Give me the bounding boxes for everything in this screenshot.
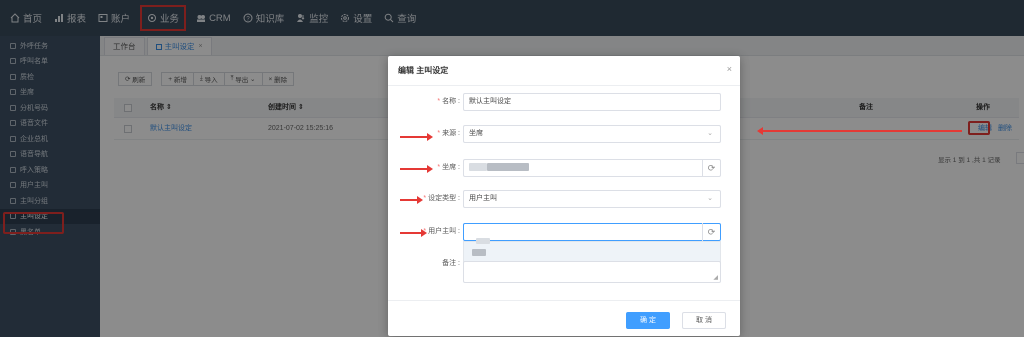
form-row-name: * 名称 : 默认主叫设定 bbox=[388, 93, 740, 111]
caller-label-text: 用户主叫 : bbox=[428, 228, 460, 235]
agent-label-text: 坐席 : bbox=[442, 164, 460, 171]
source-label: * 来源 : bbox=[437, 130, 460, 137]
confirm-button[interactable]: 确 定 bbox=[626, 312, 670, 329]
caller-input[interactable]: ⟳ bbox=[463, 223, 721, 241]
type-label: * 设定类型 : bbox=[423, 195, 460, 202]
annotation-arrow-type bbox=[400, 196, 423, 204]
type-select[interactable]: 用户主叫 ⌄ bbox=[463, 190, 721, 208]
redacted-value bbox=[476, 237, 490, 244]
redacted-value bbox=[487, 163, 529, 172]
form-row-source: * 来源 : 坐席 ⌄ bbox=[388, 125, 740, 143]
refresh-icon[interactable]: ⟳ bbox=[702, 223, 720, 241]
caller-label: *用户主叫 : bbox=[423, 223, 460, 241]
dropdown-option[interactable] bbox=[476, 236, 490, 245]
source-value: 坐席 bbox=[469, 130, 483, 137]
name-label-text: 名称 : bbox=[442, 98, 460, 105]
name-input[interactable]: 默认主叫设定 bbox=[463, 93, 721, 111]
name-label: * 名称 : bbox=[437, 98, 460, 105]
refresh-icon[interactable]: ⟳ bbox=[702, 159, 720, 177]
type-value: 用户主叫 bbox=[469, 195, 497, 202]
dialog-footer: 确 定 取 消 bbox=[388, 300, 740, 336]
annotation-arrow-source bbox=[400, 133, 433, 141]
annotation-arrow-agent bbox=[400, 165, 433, 173]
remark-label: 备注 : bbox=[442, 260, 460, 267]
form-row-agent: * 坐席 : ⟳ bbox=[388, 159, 740, 177]
redacted-value bbox=[469, 163, 487, 172]
source-label-text: 来源 : bbox=[442, 130, 460, 137]
resize-handle-icon[interactable]: ◢ bbox=[713, 274, 718, 281]
remark-textarea[interactable]: ◢ bbox=[463, 261, 721, 283]
annotation-arrow-caller bbox=[400, 229, 427, 237]
form-row-type: * 设定类型 : 用户主叫 ⌄ bbox=[388, 190, 740, 208]
agent-input[interactable]: ⟳ bbox=[463, 159, 721, 177]
agent-label: * 坐席 : bbox=[437, 164, 460, 171]
chevron-down-icon: ⌄ bbox=[707, 130, 713, 137]
close-icon[interactable]: × bbox=[727, 64, 732, 74]
name-value: 默认主叫设定 bbox=[469, 98, 511, 105]
dialog-title: 编辑 主叫设定 bbox=[388, 56, 740, 86]
type-label-text: 设定类型 : bbox=[428, 195, 460, 202]
source-select[interactable]: 坐席 ⌄ bbox=[463, 125, 721, 143]
annotation-arrow-edit bbox=[757, 127, 962, 135]
cancel-button[interactable]: 取 消 bbox=[682, 312, 726, 329]
edit-caller-setting-dialog: 编辑 主叫设定 × * 名称 : 默认主叫设定 * 来源 : 坐席 ⌄ * 坐席 : ⟳… bbox=[388, 56, 740, 336]
chevron-down-icon: ⌄ bbox=[707, 195, 713, 202]
form-row-caller: *用户主叫 : ⟳ bbox=[388, 223, 740, 241]
